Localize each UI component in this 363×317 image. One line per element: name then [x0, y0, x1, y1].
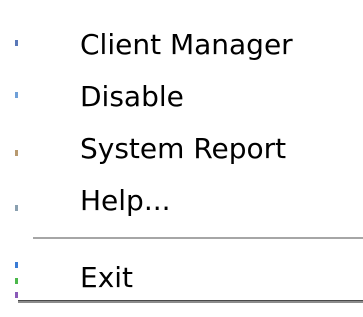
menu-item-exit[interactable]: Exit [80, 255, 133, 301]
desktop-background-strip [0, 0, 18, 317]
menu-bottom-border [18, 300, 363, 303]
menu-item-help[interactable]: Help... [80, 178, 171, 224]
context-menu: Client Manager Disable System Report Hel… [0, 0, 363, 317]
menu-item-disable[interactable]: Disable [80, 74, 184, 120]
menu-separator [33, 237, 363, 241]
menu-item-client-manager[interactable]: Client Manager [80, 22, 293, 68]
menu-item-system-report[interactable]: System Report [80, 126, 286, 172]
